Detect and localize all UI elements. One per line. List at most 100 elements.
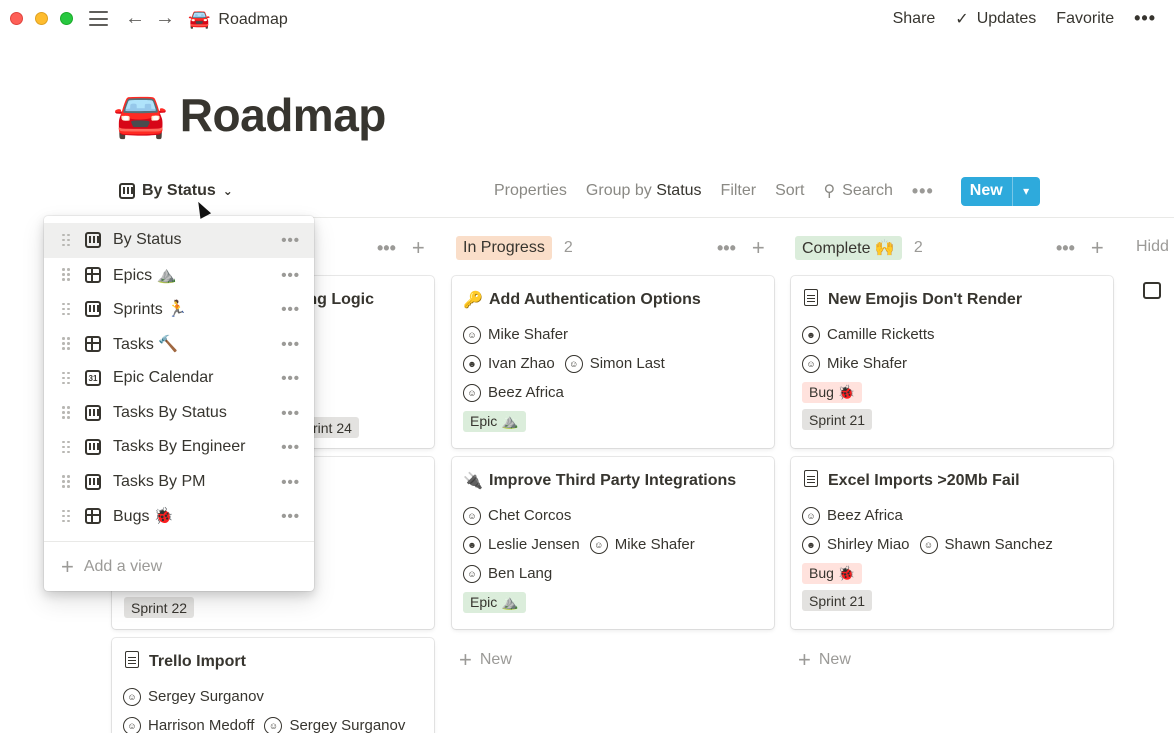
menu-icon[interactable] (89, 11, 108, 26)
card-people-row: ☺ Sergey Surganov (123, 682, 422, 711)
person-name: Shawn Sanchez (944, 536, 1053, 553)
board-card[interactable]: 🔑 Add Authentication Options ☺ Mike Shafe… (452, 276, 774, 448)
bug-tag: Bug 🐞 (802, 563, 863, 584)
avatar: ☺ (564, 354, 583, 373)
board-card[interactable]: Excel Imports >20Mb Fail ☺ Beez Africa ☻ S… (791, 457, 1113, 629)
drag-handle-icon[interactable] (62, 233, 70, 247)
key-icon: 🔑 (463, 292, 483, 309)
card-people-row: ☺ Harrison Medoff ☺ Sergey Surganov (123, 711, 422, 733)
new-dropdown-chevron-icon[interactable]: ▾ (1011, 176, 1040, 206)
plus-icon: + (459, 647, 472, 672)
close-window-button[interactable] (10, 12, 23, 25)
new-card-button[interactable]: + New (798, 647, 851, 673)
view-item-by-status[interactable]: By Status ••• (44, 223, 314, 258)
page-title-text[interactable]: Roadmap (180, 88, 387, 142)
person-name: Camille Ricketts (827, 326, 935, 343)
forward-arrow-icon[interactable]: → (155, 7, 175, 29)
checkmark-icon: ✓ (955, 10, 969, 28)
view-item-tasks-by-status[interactable]: Tasks By Status ••• (44, 396, 314, 431)
view-item-tasks[interactable]: Tasks 🔨 ••• (44, 327, 314, 362)
more-options-icon[interactable]: ••• (1134, 8, 1156, 29)
page-emoji-icon[interactable]: 🚘 (113, 89, 168, 141)
breadcrumb[interactable]: 🚘 Roadmap (188, 9, 288, 30)
card-title-text: Improve Third Party Integrations (489, 472, 737, 489)
view-more-icon[interactable]: ••• (281, 336, 300, 353)
column-count: 2 (563, 239, 573, 256)
view-switcher-button[interactable]: By Status ⌄ (119, 182, 233, 200)
back-arrow-icon[interactable]: ← (125, 7, 145, 29)
view-item-sprints[interactable]: Sprints 🏃 ••• (44, 292, 314, 327)
card-title-text: Add Authentication Options (489, 291, 701, 308)
card-title: Excel Imports >20Mb Fail (802, 469, 1101, 493)
updates-button[interactable]: ✓ Updates (955, 9, 1036, 29)
calendar-icon: 31 (85, 370, 101, 387)
drag-handle-icon[interactable] (62, 475, 70, 488)
column-controls-complete: ••• + (1056, 235, 1104, 261)
drag-handle-icon[interactable] (62, 337, 70, 350)
column-header-in-progress[interactable]: In Progress 2 (456, 236, 573, 260)
column-more-icon[interactable]: ••• (717, 238, 736, 259)
zoom-window-button[interactable] (60, 12, 73, 25)
table-icon (85, 335, 101, 352)
view-more-icon[interactable]: ••• (281, 370, 300, 387)
group-by-value: Status (656, 182, 702, 199)
view-more-icon[interactable]: ••• (912, 181, 934, 202)
board-card[interactable]: 🔌 Improve Third Party Integrations ☺ Chet… (452, 457, 774, 629)
group-by-button[interactable]: Group by Status (586, 182, 702, 200)
column-header-complete[interactable]: Complete 🙌 2 (795, 236, 923, 260)
view-more-icon[interactable]: ••• (281, 232, 300, 249)
view-more-icon[interactable]: ••• (281, 267, 300, 284)
new-button[interactable]: New (960, 176, 1012, 206)
avatar: ☺ (463, 383, 481, 402)
column-more-icon[interactable]: ••• (377, 238, 396, 259)
favorite-button[interactable]: Favorite (1056, 10, 1114, 28)
column-more-icon[interactable]: ••• (1056, 238, 1075, 259)
view-more-icon[interactable]: ••• (281, 439, 300, 456)
view-more-icon[interactable]: ••• (281, 508, 300, 525)
add-view-button[interactable]: + Add a view (44, 549, 314, 586)
view-item-epic-calendar[interactable]: 31 Epic Calendar ••• (44, 361, 314, 396)
person-name: Ivan Zhao (488, 355, 555, 372)
drag-handle-icon[interactable] (62, 268, 70, 281)
car-icon: 🚘 (188, 9, 211, 29)
view-item-tasks-by-pm[interactable]: Tasks By PM ••• (44, 465, 314, 500)
card-people-row: ☺ Mike Shafer (802, 349, 1101, 378)
column-controls-in-progress: ••• + (717, 235, 765, 261)
page-icon (125, 651, 139, 668)
view-more-icon[interactable]: ••• (281, 474, 300, 491)
properties-button[interactable]: Properties (494, 182, 567, 200)
hidden-column-header[interactable]: Hidd (1136, 238, 1169, 256)
view-item-tasks-by-engineer[interactable]: Tasks By Engineer ••• (44, 430, 314, 465)
add-card-icon[interactable]: + (412, 235, 425, 261)
board-card[interactable]: New Emojis Don't Render ☻ Camille Rickett… (791, 276, 1113, 448)
card-title: Trello Import (123, 650, 422, 674)
view-item-bugs[interactable]: Bugs 🐞 ••• (44, 499, 314, 534)
person-name: Leslie Jensen (488, 536, 580, 553)
card-title: New Emojis Don't Render (802, 288, 1101, 312)
drag-handle-icon[interactable] (62, 406, 70, 419)
card-people-row: ☻ Leslie Jensen ☺ Mike Shafer (463, 530, 762, 559)
search-button[interactable]: ⚲ Search (823, 181, 892, 201)
drag-handle-icon[interactable] (62, 440, 70, 454)
view-more-icon[interactable]: ••• (281, 301, 300, 318)
drag-handle-icon[interactable] (62, 371, 70, 385)
filter-button[interactable]: Filter (721, 182, 757, 200)
view-more-icon[interactable]: ••• (281, 405, 300, 422)
new-button-group: New ▾ (960, 176, 1040, 206)
add-card-icon[interactable]: + (1091, 235, 1104, 261)
board-card[interactable]: Trello Import ☺ Sergey Surganov ☺ Harrison… (112, 638, 434, 733)
view-item-epics[interactable]: Epics ⛰️ ••• (44, 258, 314, 293)
sort-button[interactable]: Sort (775, 182, 804, 200)
avatar: ☺ (802, 506, 820, 525)
drag-handle-icon[interactable] (62, 302, 70, 316)
share-button[interactable]: Share (893, 10, 936, 28)
drag-handle-icon[interactable] (62, 509, 70, 523)
minimize-window-button[interactable] (35, 12, 48, 25)
search-icon: ⚲ (823, 183, 836, 200)
card-people-row: ☻ Camille Ricketts (802, 320, 1101, 349)
sprint-tag: Sprint 21 (802, 590, 873, 611)
add-card-icon[interactable]: + (752, 235, 765, 261)
bug-tag: Bug 🐞 (802, 382, 863, 403)
avatar: ☺ (123, 716, 141, 733)
new-card-button[interactable]: + New (459, 647, 512, 673)
